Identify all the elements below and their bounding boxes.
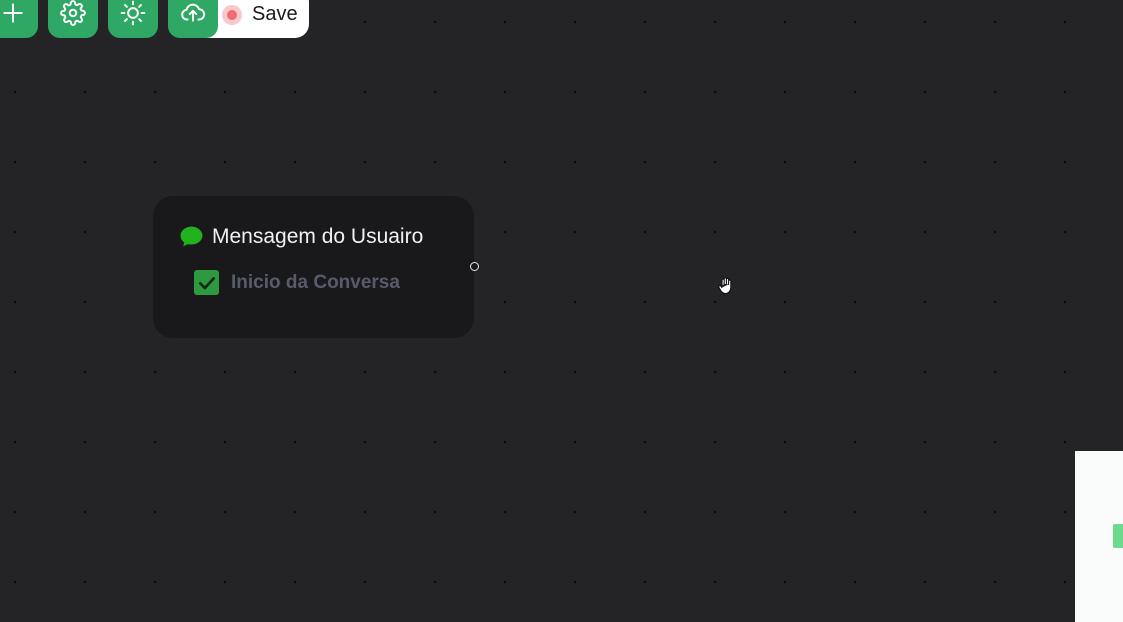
node-header: Mensagem do Usuairo — [179, 224, 423, 249]
save-label: Save — [252, 3, 298, 25]
cloud-upload-icon — [181, 3, 206, 22]
flow-canvas[interactable]: Save Mensagem do Usuairo Inicio da Conve… — [0, 0, 1123, 622]
node-output-handle[interactable] — [470, 262, 479, 271]
checkbox-label: Inicio da Conversa — [231, 271, 400, 293]
theme-toggle-button[interactable] — [108, 0, 158, 38]
message-node[interactable]: Mensagem do Usuairo Inicio da Conversa — [153, 196, 474, 338]
node-title: Mensagem do Usuairo — [212, 224, 424, 248]
check-icon — [198, 276, 215, 289]
side-panel-accent — [1113, 524, 1123, 548]
side-panel — [1075, 451, 1123, 622]
upload-button[interactable] — [168, 0, 218, 38]
grab-hand-icon — [718, 277, 732, 295]
sun-icon — [120, 0, 146, 26]
chat-bubble-icon — [180, 226, 203, 247]
gear-icon — [60, 0, 86, 26]
unsaved-indicator — [222, 5, 242, 25]
node-option-row: Inicio da Conversa — [194, 270, 400, 295]
plus-icon — [3, 3, 23, 23]
settings-button[interactable] — [48, 0, 98, 38]
add-button[interactable] — [0, 0, 38, 38]
start-conversation-checkbox[interactable] — [194, 270, 219, 295]
